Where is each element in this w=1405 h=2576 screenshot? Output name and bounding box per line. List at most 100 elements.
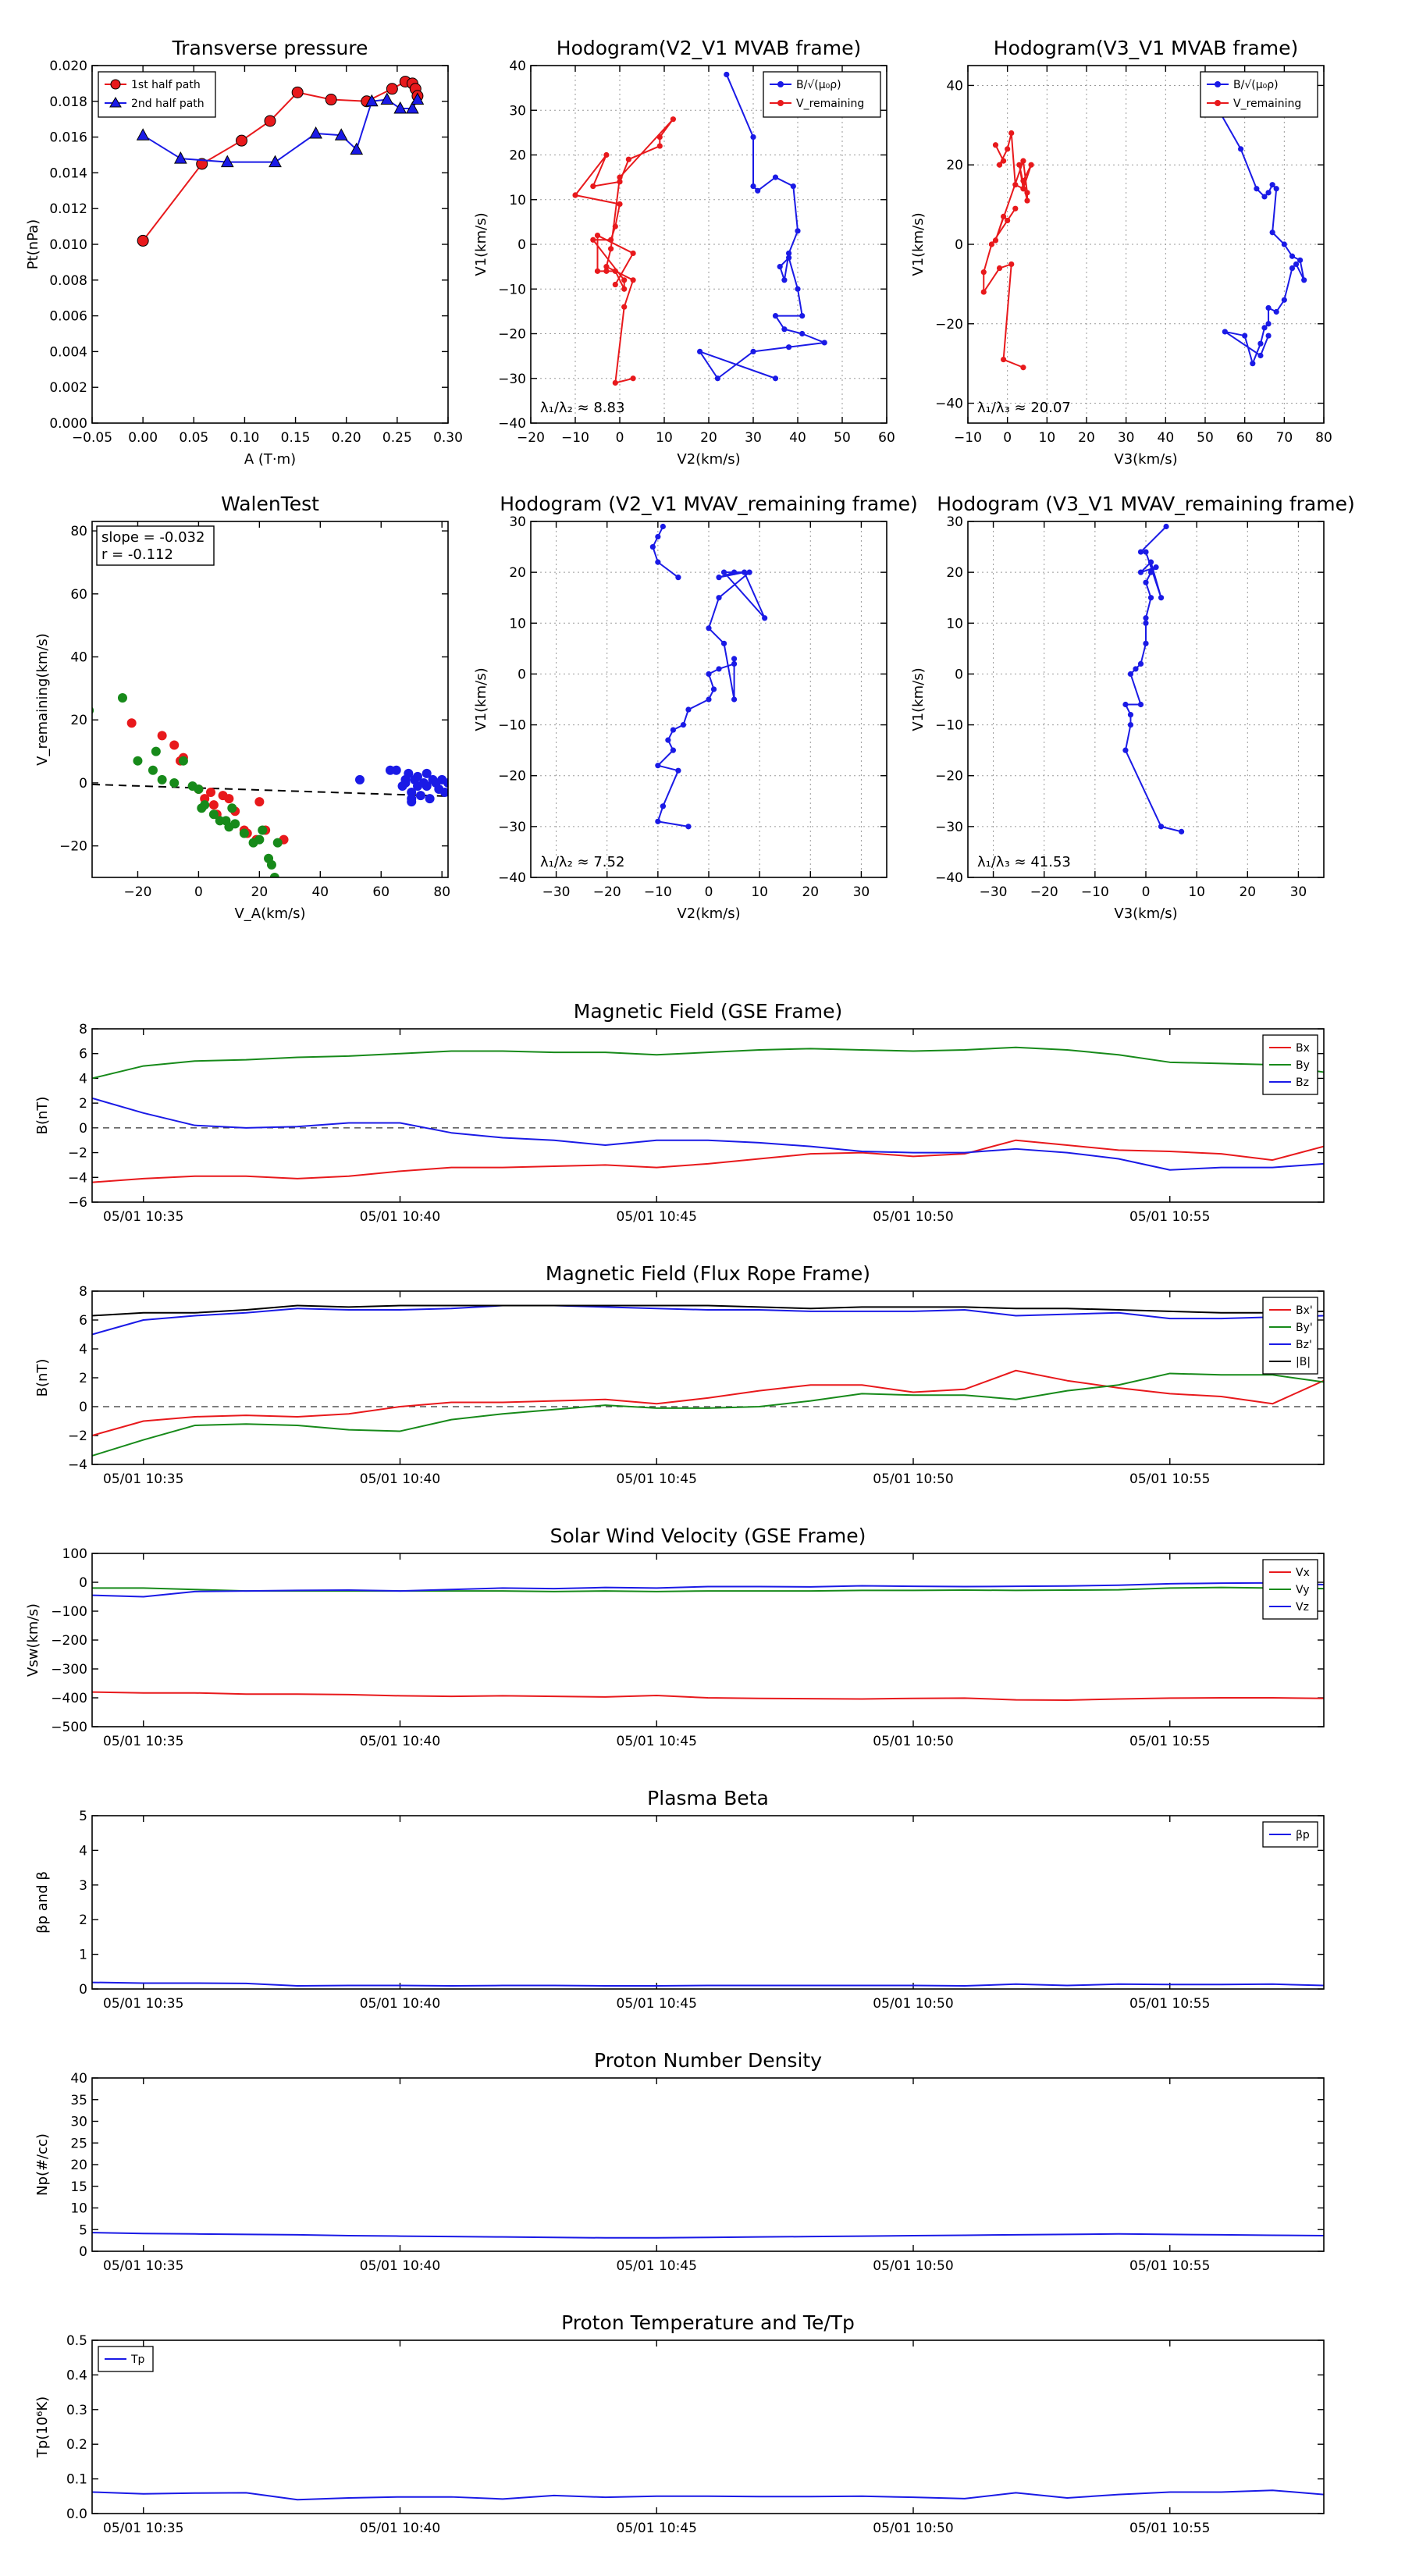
data-point [151,746,161,756]
data-point [1289,253,1296,259]
series-b-line [699,74,826,379]
y-tick-label: 0.008 [49,273,87,289]
y-tick-label: 4 [79,1342,87,1357]
x-tick-label: 50 [834,430,851,446]
x-tick-label: 0.10 [229,430,259,446]
x-tick-label: 10 [1039,430,1056,446]
y-tick-label: 40 [70,2071,87,2087]
y-tick-label: 0 [79,1400,87,1415]
data-point [772,375,779,382]
y-tick-label: 10 [509,616,526,632]
data-point [325,94,337,106]
data-point [665,737,671,743]
data-point [178,756,188,766]
x-tick-label: 20 [1239,884,1256,900]
legend: 1st half path 2nd half path [98,71,216,118]
y-tick-label: 0.012 [49,201,87,217]
data-point [1147,559,1154,565]
y-tick-label: 35 [70,2093,87,2108]
data-point [1158,595,1165,601]
series-vx-line [92,1691,1324,1701]
y-tick-label: 0.018 [49,94,87,110]
chart-title: Magnetic Field (GSE Frame) [574,1000,842,1023]
x-tick-label: −0.05 [72,430,112,446]
y-tick-label: 0 [79,1575,87,1591]
eigenvalue-ratio-label: λ₁/λ₂ ≈ 8.83 [540,400,624,416]
y-axis-label: Tp(10⁶K) [34,2396,51,2458]
x-tick-label: 05/01 10:50 [873,1471,953,1487]
data-point [1153,564,1159,571]
y-tick-label: 2 [79,1912,87,1928]
data-point [603,268,610,274]
data-point [1293,261,1300,268]
y-tick-label: 25 [70,2136,87,2151]
data-point [799,330,806,337]
x-tick-label: 0.20 [332,430,361,446]
data-point [710,686,717,692]
legend: Bx' By' Bz' |B| [1262,1297,1318,1375]
data-point [716,666,722,672]
x-tick-label: −20 [593,884,621,900]
data-point [706,625,712,632]
data-layer [92,2489,1324,2501]
x-tick-label: 0.15 [281,430,311,446]
data-point [655,559,661,565]
data-point [755,187,761,194]
data-point [309,126,322,139]
legend: Vx Vy Vz [1262,1559,1318,1620]
x-tick-label: 05/01 10:55 [1129,2258,1210,2274]
data-point [742,569,748,575]
x-tick-label: 05/01 10:35 [103,2521,183,2536]
data-point [996,265,1003,272]
y-tick-label: −10 [498,718,526,734]
y-tick-label: 10 [946,616,963,632]
data-point [1127,711,1134,718]
x-tick-label: −10 [561,430,589,446]
y-tick-label: 20 [946,565,963,581]
y-tick-label: 0.3 [66,2403,87,2418]
legend-label: B/√(μ₀ρ) [796,79,841,91]
data-point [1008,130,1015,137]
y-tick-label: 0 [79,2244,87,2260]
data-point [988,241,994,247]
hodogram-v3-v1-mvav-chart: Hodogram (V3_V1 MVAV_remaining frame) −30… [910,493,1355,922]
x-tick-label: 05/01 10:55 [1129,2521,1210,2536]
data-point [1269,229,1275,236]
data-point [148,765,158,775]
data-point [750,348,756,354]
series-vremaining-line [574,118,674,384]
proton-temperature-chart: Proton Temperature and Te/Tp 05/01 10:35 0… [34,2311,1325,2536]
data-layer [92,1304,1324,1457]
data-point [655,763,661,769]
y-tick-label: 40 [946,78,963,94]
x-tick-label: 10 [751,884,768,900]
y-axis-label: V1(km/s) [473,667,489,731]
x-tick-label: 0.05 [179,430,208,446]
x-axis-label: V3(km/s) [1114,451,1177,468]
y-tick-label: 40 [70,650,87,666]
legend: B/√(μ₀ρ) V_remaining [1200,71,1318,118]
data-point [675,767,681,774]
legend-label: V_remaining [1233,98,1301,110]
y-tick-label: −4 [68,1457,87,1473]
chart-title: Magnetic Field (Flux Rope Frame) [546,1262,870,1285]
data-point [1265,190,1272,196]
data-layer [92,2232,1324,2239]
x-tick-label: 70 [1276,430,1293,446]
data-point [781,277,788,283]
data-point [1122,747,1129,753]
y-tick-label: −20 [498,769,526,785]
data-point [603,151,610,158]
figure-canvas: Transverse pressure−0.05 0.00 0.05 0.10 0.15… [25,37,1355,2536]
plot-frame [91,1028,1325,1203]
x-tick-label: 05/01 10:40 [360,2258,440,2274]
y-tick-label: −2 [68,1429,87,1444]
data-point [630,375,636,382]
data-point [750,183,756,190]
data-layer [92,1981,1324,1987]
y-tick-label: 0.2 [66,2437,87,2453]
y-tick-label: 0 [518,667,526,682]
hodogram-v2-v1-mvav-chart: Hodogram (V2_V1 MVAV_remaining frame) −30… [473,493,918,922]
data-point [1143,615,1149,621]
legend: Tp [98,2346,154,2372]
